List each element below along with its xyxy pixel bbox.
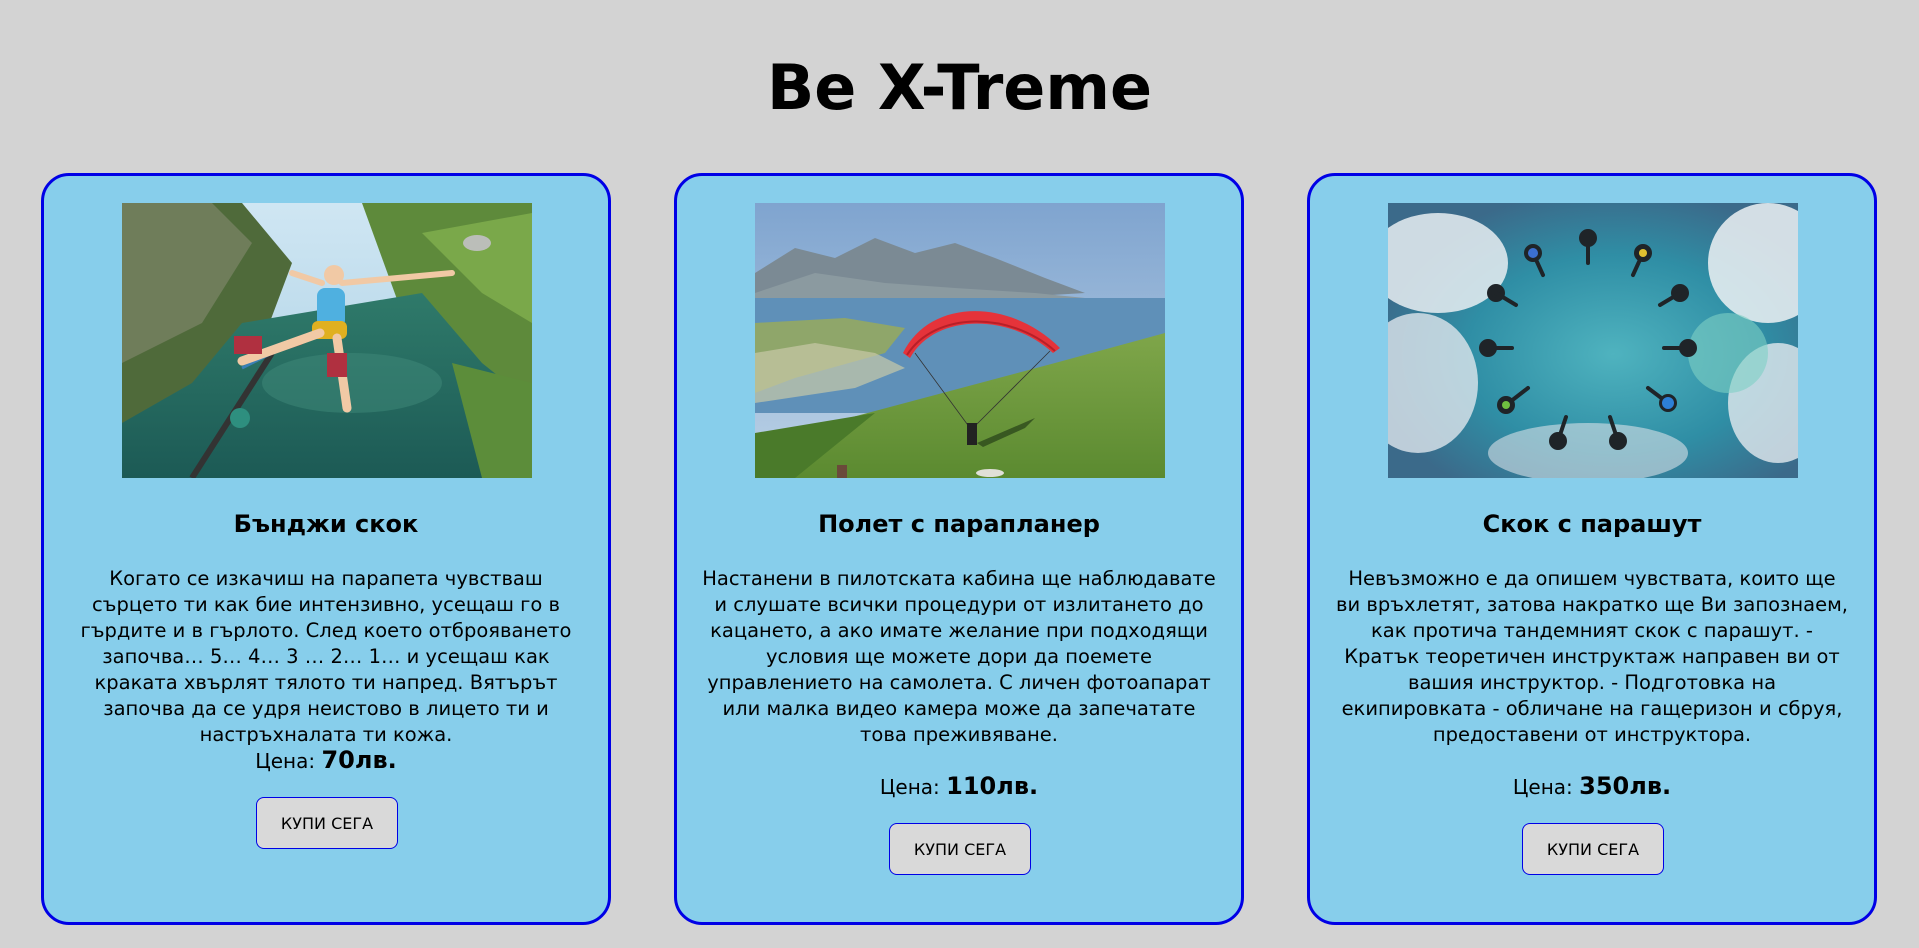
paragliding-image	[755, 203, 1165, 478]
price: Цена: 110лв.	[677, 772, 1241, 800]
price-value: 350лв.	[1579, 772, 1672, 800]
activity-card-paragliding: Полет с парапланер Настанени в пилотскат…	[674, 173, 1244, 925]
buy-now-button[interactable]: КУПИ СЕГА	[256, 797, 398, 849]
price-value: 110лв.	[946, 772, 1039, 800]
activity-title: Полет с парапланер	[818, 510, 1100, 538]
activity-card-bungee: Бънджи скок Когато се изкачиш на парапет…	[41, 173, 611, 925]
price-label: Цена:	[1512, 775, 1573, 799]
page-title: Be X-Treme	[766, 51, 1153, 124]
activity-description: Настанени в пилотската кабина ще наблюда…	[702, 567, 1216, 746]
price-value: 70лв.	[321, 746, 397, 774]
activity-description: Невъзможно е да опишем чувствата, които …	[1336, 567, 1848, 746]
price: Цена: 350лв.	[1310, 772, 1874, 800]
activity-title: Скок с парашут	[1482, 510, 1702, 538]
skydiving-photo	[1388, 203, 1798, 478]
buy-now-button[interactable]: КУПИ СЕГА	[889, 823, 1031, 875]
paragliding-photo	[755, 203, 1165, 478]
bungee-jump-photo	[122, 203, 532, 478]
activity-cards: Бънджи скок Когато се изкачиш на парапет…	[41, 173, 1879, 926]
price-label: Цена:	[879, 775, 940, 799]
skydiving-image	[1388, 203, 1798, 478]
bungee-jump-image	[122, 203, 532, 478]
price-label: Цена:	[255, 749, 316, 773]
activity-title: Бънджи скок	[233, 510, 419, 538]
activity-description: Когато се изкачиш на парапета чувстваш с…	[80, 567, 572, 746]
buy-now-button[interactable]: КУПИ СЕГА	[1522, 823, 1664, 875]
page: Be X-Treme Бънджи скок Когато се изкачиш…	[0, 0, 1919, 948]
price: Цена: 70лв.	[44, 746, 608, 774]
activity-card-skydiving: Скок с парашут Невъзможно е да опишем чу…	[1307, 173, 1877, 925]
